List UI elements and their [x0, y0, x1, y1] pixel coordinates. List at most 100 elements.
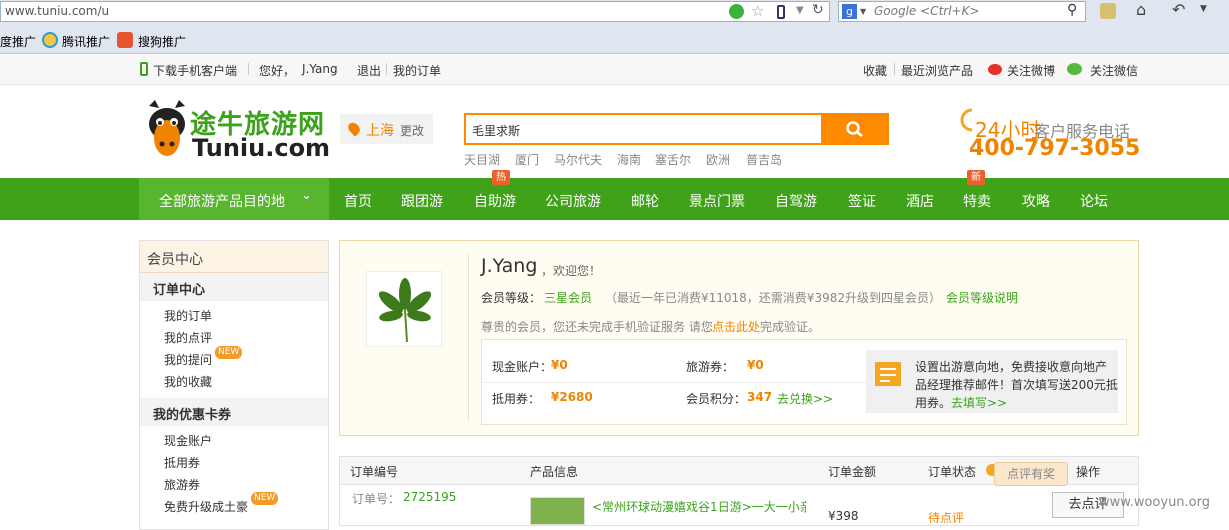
- level-info-link[interactable]: 会员等级说明: [946, 289, 1018, 306]
- sidebar-item-my-questions[interactable]: 我的提问: [164, 351, 212, 368]
- hot-word[interactable]: 塞舌尔: [655, 151, 691, 168]
- verify-text: 尊贵的会员，您还未完成手机验证服务 请您: [481, 320, 713, 334]
- sidebar-header: 会员中心: [140, 241, 328, 273]
- form-icon: [875, 362, 901, 386]
- go-icon[interactable]: [729, 4, 744, 19]
- logout-link[interactable]: 退出: [357, 62, 381, 79]
- home-icon[interactable]: ⌂: [1136, 0, 1146, 19]
- browser-search-box[interactable]: g ▼ Google <Ctrl+K> ⚲: [838, 1, 1086, 22]
- magnifier-icon[interactable]: ⚲: [1067, 2, 1077, 18]
- avatar[interactable]: [366, 271, 442, 347]
- chevron-down-icon: ⌄: [301, 188, 312, 203]
- sidebar-item-free-upgrade[interactable]: 免费升级成土豪: [164, 498, 248, 515]
- order-status: 待点评: [928, 511, 965, 523]
- voucher-value: ¥2680: [551, 390, 593, 404]
- intent-promo: 设置出游意向地，免费接收意向地产 品经理推荐邮件！首次填写送200元抵 用券。 …: [866, 350, 1118, 413]
- bookmark-star-icon[interactable]: ☆: [751, 2, 764, 20]
- reload-icon[interactable]: ↻: [812, 2, 824, 18]
- promo-fill-link[interactable]: 去填写>>: [951, 394, 1007, 411]
- sidebar-item-my-orders[interactable]: 我的订单: [164, 307, 212, 324]
- leaf-avatar-image: [378, 278, 432, 343]
- google-icon: g: [842, 4, 857, 19]
- recent-products-link[interactable]: 最近浏览产品: [901, 62, 973, 79]
- hot-badge: 热: [492, 170, 510, 185]
- nav-item-tickets[interactable]: 景点门票: [689, 191, 745, 211]
- bookmark-sogou[interactable]: 搜狗推广: [138, 33, 186, 50]
- member-profile-panel: J.Yang ，欢迎您！ 会员等级： 三星会员 （最近一年已消费¥11018，还…: [339, 240, 1139, 436]
- nav-item-hotel[interactable]: 酒店: [906, 191, 934, 211]
- order-amount: ¥398: [828, 509, 859, 523]
- column-header: 订单编号: [350, 465, 399, 479]
- hot-word[interactable]: 厦门: [515, 151, 539, 168]
- redeem-points-link[interactable]: 去兑换>>: [777, 390, 833, 407]
- column-header: 订单金额: [828, 465, 877, 479]
- sidebar-item-vouchers[interactable]: 抵用券: [164, 454, 200, 471]
- nav-item-cruise[interactable]: 邮轮: [631, 191, 659, 211]
- level-note: （最近一年已消费¥11018，还需消费¥3982升级到四星会员）: [605, 291, 941, 305]
- verify-link[interactable]: 点击此处: [712, 318, 760, 335]
- nav-item-visa[interactable]: 签证: [848, 191, 876, 211]
- column-header: 产品信息: [530, 465, 579, 479]
- nav-item-self-drive[interactable]: 自驾游: [775, 191, 817, 211]
- phone-icon: [140, 62, 148, 76]
- nav-item-self-tour[interactable]: 自助游: [474, 191, 516, 211]
- product-link[interactable]: <常州环球动漫嬉戏谷1日游>一大一小亲: [592, 498, 806, 518]
- site-search-input[interactable]: 毛里求斯: [464, 113, 822, 145]
- hot-word[interactable]: 天目湖: [464, 151, 500, 168]
- sogou-icon: [117, 32, 133, 48]
- favorites-link[interactable]: 收藏: [863, 62, 887, 79]
- hot-word[interactable]: 普吉岛: [746, 151, 782, 168]
- hot-word[interactable]: 海南: [617, 151, 641, 168]
- tuniu-cow-logo[interactable]: [145, 98, 189, 160]
- nav-item-group-tour[interactable]: 跟团游: [401, 191, 443, 211]
- profile-welcome: ，欢迎您！: [541, 264, 602, 278]
- nav-item-guide[interactable]: 攻略: [1022, 191, 1050, 211]
- sidebar-group-label: 订单中心: [153, 283, 206, 298]
- product-thumbnail[interactable]: [530, 497, 585, 525]
- city-selector[interactable]: 上海 更改: [340, 114, 433, 144]
- divider: [248, 63, 249, 75]
- sidebar-item-cash-account[interactable]: 现金账户: [164, 432, 212, 449]
- follow-weixin-link[interactable]: 关注微信: [1090, 62, 1138, 79]
- logo-english-text[interactable]: Tuniu.com: [192, 134, 330, 162]
- sidebar-item-my-favorites[interactable]: 我的收藏: [164, 373, 212, 390]
- sidebar-group-coupons: 我的优惠卡券: [140, 398, 328, 426]
- nav-item-home[interactable]: 首页: [344, 191, 372, 211]
- search-button[interactable]: [821, 113, 889, 145]
- bookmark-tencent[interactable]: 腾讯推广: [62, 33, 110, 50]
- username-link[interactable]: J.Yang: [302, 62, 338, 76]
- engine-dropdown-icon[interactable]: ▼: [860, 7, 866, 16]
- hot-word[interactable]: 欧洲: [706, 151, 730, 168]
- nav-item-company-tour[interactable]: 公司旅游: [545, 191, 601, 211]
- column-header: 操作: [1076, 465, 1101, 479]
- hello-text: 您好，: [259, 64, 296, 78]
- hot-word[interactable]: 马尔代夫: [554, 151, 602, 168]
- download-app-link[interactable]: 下载手机客户端: [153, 62, 237, 79]
- promo-line-1: 设置出游意向地，免费接收意向地产: [915, 360, 1108, 374]
- bookmark-baidu[interactable]: 度推广: [0, 33, 36, 50]
- order-id[interactable]: 2725195: [403, 490, 456, 504]
- follow-weibo-link[interactable]: 关注微博: [1007, 62, 1055, 79]
- all-destinations-menu[interactable]: 全部旅游产品目的地 ⌄: [139, 178, 329, 220]
- verify-suffix: 完成验证。: [760, 320, 821, 334]
- my-orders-link[interactable]: 我的订单: [393, 62, 441, 79]
- menu-dropdown-icon[interactable]: ▼: [1200, 4, 1207, 14]
- divider: [482, 382, 866, 383]
- url-text: www.tuniu.com/u: [5, 4, 110, 18]
- account-summary: 现金账户： ¥0 旅游券： ¥0 抵用券： ¥2680 会员积分： 347 去兑…: [481, 339, 1127, 425]
- nav-item-forum[interactable]: 论坛: [1080, 191, 1108, 211]
- back-icon[interactable]: ↶: [1172, 0, 1185, 19]
- addon-icon[interactable]: [1100, 3, 1116, 19]
- points-label: 会员积分：: [686, 392, 747, 406]
- nav-item-sale[interactable]: 特卖: [963, 191, 991, 211]
- sidebar-item-travel-coupons[interactable]: 旅游券: [164, 476, 200, 493]
- sidebar-item-my-reviews[interactable]: 我的点评: [164, 329, 212, 346]
- mobile-icon[interactable]: [777, 5, 785, 19]
- url-bar[interactable]: www.tuniu.com/u ☆ ▼ ↻: [0, 1, 830, 22]
- dropdown-icon[interactable]: ▼: [796, 5, 804, 16]
- review-reward-tooltip: 点评有奖: [994, 462, 1068, 486]
- member-level: 三星会员: [544, 291, 593, 305]
- new-tag: NEW: [215, 346, 243, 359]
- divider: [386, 63, 387, 75]
- change-city-link[interactable]: 更改: [400, 122, 424, 139]
